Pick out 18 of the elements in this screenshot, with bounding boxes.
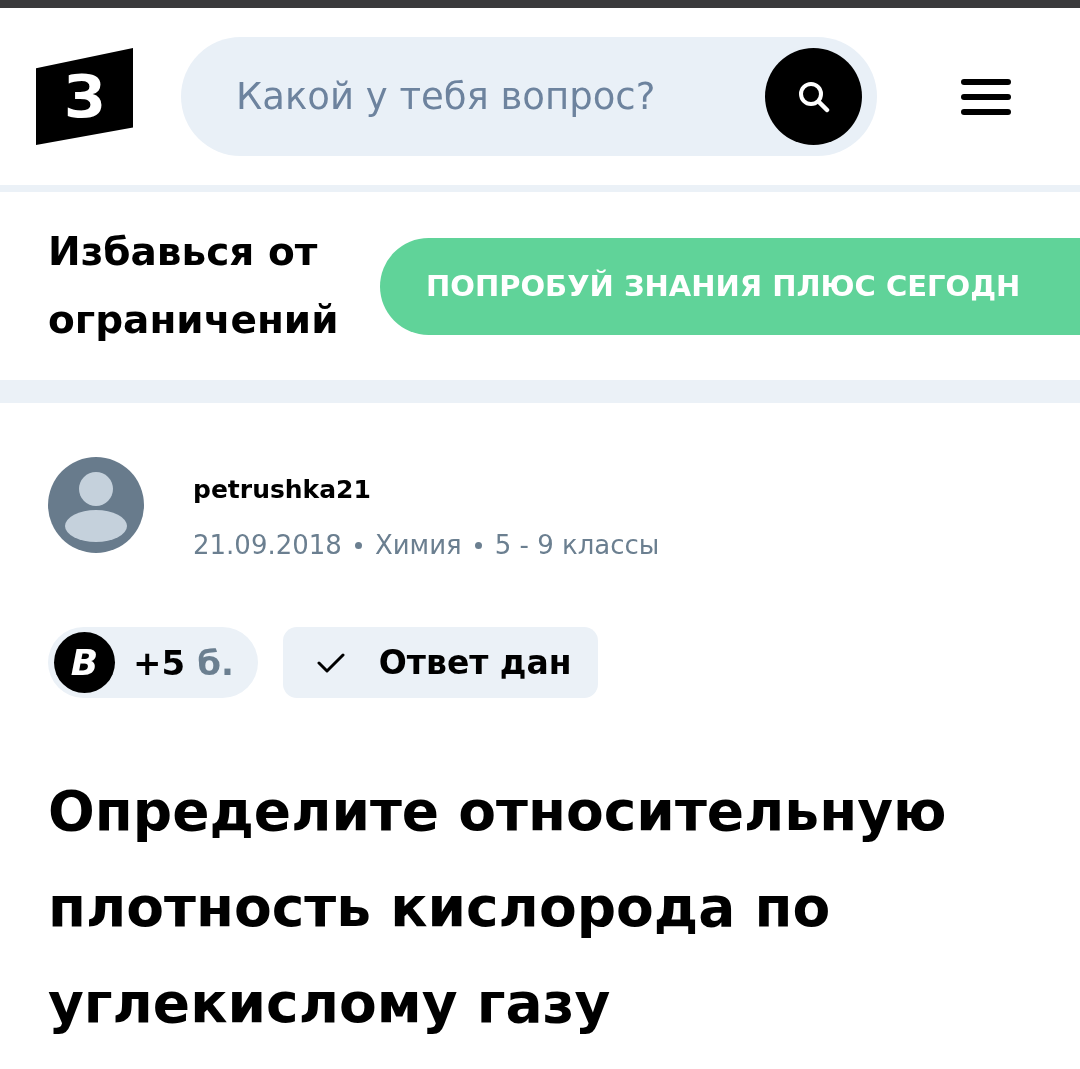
logo[interactable]: З (36, 48, 133, 145)
search-field[interactable]: Какой у тебя вопрос? (181, 37, 877, 156)
avatar-icon (48, 457, 144, 553)
question-title: Определите относительную плотность кислорода по углекислому газу (48, 778, 948, 1037)
menu-icon[interactable] (961, 78, 1011, 115)
username[interactable]: petrushka21 (193, 475, 660, 505)
meta-text: 21.09.2018 (193, 529, 342, 561)
meta-text[interactable]: Химия (374, 529, 462, 561)
meta-text[interactable]: 5 - 9 классы (494, 529, 660, 561)
check-icon (316, 652, 345, 673)
points-icon: B (54, 632, 115, 693)
bullet-icon (354, 541, 362, 549)
promo-text: Избавься от ограничений (48, 228, 340, 344)
search-icon (797, 80, 830, 113)
bullet-icon (474, 541, 482, 549)
answered-label: Ответ дан (378, 643, 572, 682)
points-unit: б. (197, 642, 234, 683)
points-value: +5 (133, 642, 186, 683)
